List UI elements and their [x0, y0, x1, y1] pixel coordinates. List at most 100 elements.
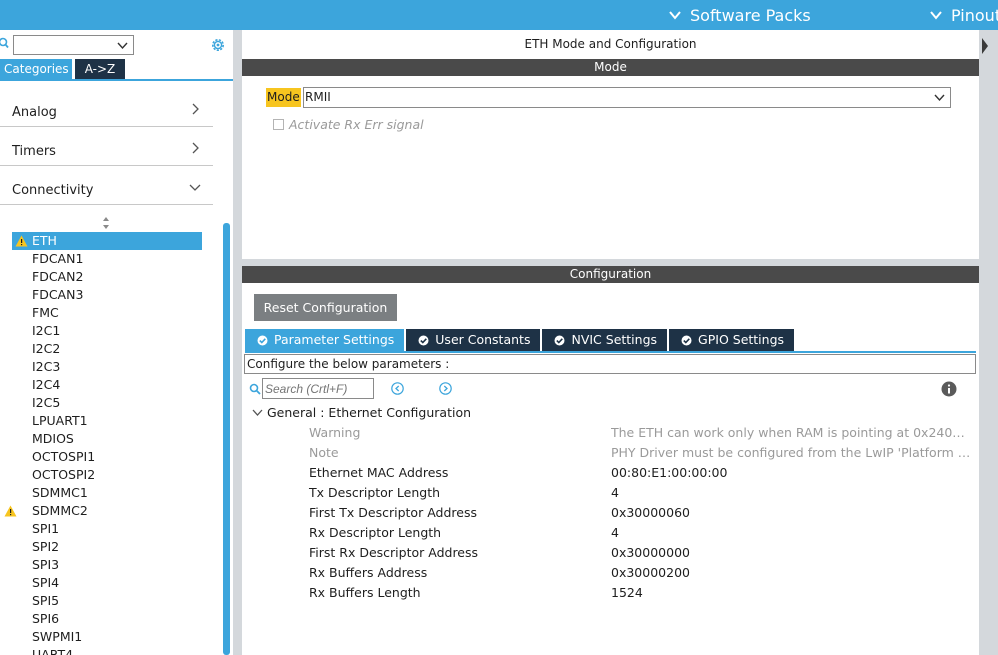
peripheral-label: ETH: [32, 233, 57, 248]
tab-nvic-settings[interactable]: NVIC Settings: [542, 329, 668, 351]
list-item[interactable]: SPI1: [12, 520, 202, 538]
peripheral-item-sdmmc2[interactable]: SDMMC2: [4, 502, 202, 520]
check-circle-icon: [681, 335, 692, 345]
category-connectivity[interactable]: Connectivity: [0, 166, 213, 205]
peripheral-item-eth[interactable]: ETH: [12, 232, 202, 250]
param-value[interactable]: 1524: [611, 583, 971, 603]
list-item[interactable]: FDCAN1: [12, 250, 202, 268]
param-name: Tx Descriptor Length: [309, 485, 441, 500]
table-row[interactable]: Rx Buffers Address 0x30000200: [309, 563, 974, 583]
left-pane: Categories A->Z Analog Timers Connectivi…: [0, 30, 233, 655]
table-row[interactable]: Rx Descriptor Length 4: [309, 523, 974, 543]
check-circle-icon: [418, 335, 429, 345]
chevron-down-icon: [669, 11, 681, 20]
param-value[interactable]: 0x30000060: [611, 503, 971, 523]
table-row[interactable]: First Tx Descriptor Address 0x30000060: [309, 503, 974, 523]
param-name: Ethernet MAC Address: [309, 465, 449, 480]
param-value[interactable]: 0x30000000: [611, 543, 971, 563]
table-row[interactable]: Ethernet MAC Address 00:80:E1:00:00:00: [309, 463, 974, 483]
mode-label: Mode: [266, 88, 301, 107]
list-item[interactable]: OCTOSPI2: [12, 466, 202, 484]
table-row[interactable]: Rx Buffers Length 1524: [309, 583, 974, 603]
software-packs-label: Software Packs: [690, 5, 811, 25]
tab-parameter-settings[interactable]: Parameter Settings: [245, 329, 405, 351]
mode-section-header: Mode: [242, 59, 979, 76]
peripheral-list: ETH FDCAN1 FDCAN2 FDCAN3 FMC I2C1 I2C2 I…: [4, 232, 202, 655]
table-row[interactable]: Tx Descriptor Length 4: [309, 483, 974, 503]
left-scrollbar[interactable]: [223, 223, 230, 655]
parameter-search-input[interactable]: [262, 378, 374, 399]
panel-splitter[interactable]: [242, 259, 979, 266]
pinout-menu[interactable]: Pinout: [929, 0, 998, 30]
category-search-row: [0, 32, 233, 56]
list-item[interactable]: SDMMC1: [12, 484, 202, 502]
param-name: Rx Buffers Address: [309, 565, 428, 580]
list-item[interactable]: I2C3: [12, 358, 202, 376]
parameter-group-general[interactable]: General : Ethernet Configuration: [252, 405, 471, 420]
param-name: First Tx Descriptor Address: [309, 505, 477, 520]
check-circle-icon: [257, 335, 268, 345]
param-name: Note: [309, 445, 339, 460]
configuration-section-header: Configuration: [242, 266, 979, 283]
mode-select[interactable]: RMII: [303, 87, 951, 108]
tab-categories[interactable]: Categories: [0, 59, 72, 79]
reset-configuration-button[interactable]: Reset Configuration: [254, 294, 397, 321]
list-item[interactable]: I2C4: [12, 376, 202, 394]
list-item[interactable]: I2C2: [12, 340, 202, 358]
param-value[interactable]: 4: [611, 483, 971, 503]
param-value[interactable]: 00:80:E1:00:00:00: [611, 463, 971, 483]
list-item[interactable]: SPI5: [12, 592, 202, 610]
chevron-down-icon: [117, 42, 128, 50]
list-item[interactable]: I2C1: [12, 322, 202, 340]
list-item[interactable]: SPI6: [12, 610, 202, 628]
list-item[interactable]: FDCAN3: [12, 286, 202, 304]
category-analog[interactable]: Analog: [0, 88, 213, 127]
list-item[interactable]: LPUART1: [12, 412, 202, 430]
previous-result-icon[interactable]: [391, 382, 404, 395]
next-result-icon[interactable]: [439, 382, 452, 395]
tab-label: User Constants: [435, 332, 531, 347]
list-item[interactable]: OCTOSPI1: [12, 448, 202, 466]
pane-splitter[interactable]: [233, 30, 242, 655]
list-item[interactable]: FDCAN2: [12, 268, 202, 286]
param-value[interactable]: 0x30000200: [611, 563, 971, 583]
category-label: Analog: [12, 105, 57, 120]
table-row[interactable]: First Rx Descriptor Address 0x30000000: [309, 543, 974, 563]
info-icon[interactable]: [941, 381, 957, 397]
top-menu-bar: Software Packs Pinout: [0, 0, 998, 30]
tab-label: GPIO Settings: [698, 332, 785, 347]
category-label: Connectivity: [12, 183, 94, 198]
param-name: Rx Buffers Length: [309, 585, 421, 600]
list-item[interactable]: UART4: [12, 646, 202, 655]
param-name: Rx Descriptor Length: [309, 525, 442, 540]
tab-user-constants[interactable]: User Constants: [406, 329, 541, 351]
tab-underline: [0, 79, 233, 81]
configure-hint: Configure the below parameters :: [244, 354, 976, 374]
group-label: General : Ethernet Configuration: [267, 405, 472, 420]
gear-icon[interactable]: [209, 36, 227, 54]
list-item[interactable]: SWPMI1: [12, 628, 202, 646]
list-item[interactable]: FMC: [12, 304, 202, 322]
list-item[interactable]: SPI3: [12, 556, 202, 574]
collapse-arrow-icon[interactable]: [981, 37, 989, 55]
list-item[interactable]: MDIOS: [12, 430, 202, 448]
config-tabs: Parameter Settings User Constants NVIC S…: [245, 329, 796, 351]
list-item[interactable]: SPI4: [12, 574, 202, 592]
list-item[interactable]: SPI2: [12, 538, 202, 556]
tab-a-z[interactable]: A->Z: [75, 59, 125, 79]
tab-underline: [245, 351, 976, 353]
sort-icon[interactable]: [101, 216, 111, 230]
tab-gpio-settings[interactable]: GPIO Settings: [669, 329, 795, 351]
software-packs-menu[interactable]: Software Packs: [668, 0, 811, 30]
right-splitter[interactable]: [979, 30, 998, 655]
search-combo[interactable]: [13, 35, 134, 55]
param-name: First Rx Descriptor Address: [309, 545, 479, 560]
param-value[interactable]: 4: [611, 523, 971, 543]
rx-err-checkbox[interactable]: [273, 119, 284, 130]
panel-title: ETH Mode and Configuration: [524, 37, 697, 51]
category-timers[interactable]: Timers: [0, 127, 213, 166]
peripheral-label: SDMMC2: [32, 503, 88, 518]
category-tabs: Categories A->Z: [0, 59, 125, 79]
list-item[interactable]: I2C5: [12, 394, 202, 412]
tab-label: NVIC Settings: [571, 332, 658, 347]
